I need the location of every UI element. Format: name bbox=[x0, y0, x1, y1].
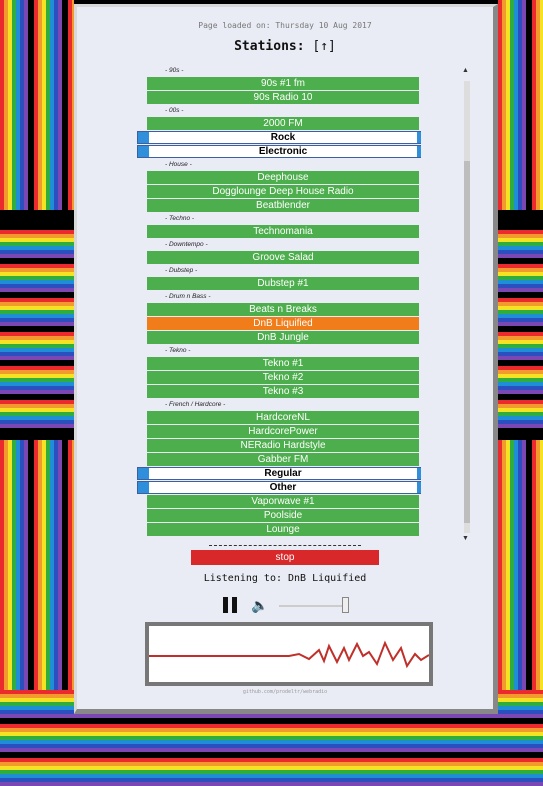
station-button[interactable]: 90s Radio 10 bbox=[147, 91, 419, 104]
label: Other bbox=[269, 482, 297, 493]
label: Gabber FM bbox=[257, 454, 309, 465]
station-button[interactable]: Lounge bbox=[147, 523, 419, 536]
label: - Dubstep - bbox=[165, 267, 198, 274]
label: Tekno #1 bbox=[262, 358, 304, 369]
station-list-scrollbar[interactable]: ▲ ▼ bbox=[461, 65, 471, 549]
category-header[interactable]: Electronic bbox=[137, 145, 421, 158]
label: Regular bbox=[264, 468, 302, 479]
category-header[interactable]: Rock bbox=[137, 131, 421, 144]
label: Groove Salad bbox=[252, 252, 314, 263]
waveform-visualizer bbox=[145, 622, 433, 686]
player-controls: 🔈 bbox=[223, 597, 363, 615]
label: DnB Liquified bbox=[253, 318, 313, 329]
genre-label: - House - bbox=[147, 159, 421, 171]
expand-icon[interactable] bbox=[417, 146, 421, 157]
page-loaded-text: Page loaded on: Thursday 10 Aug 2017 bbox=[198, 21, 372, 30]
genre-label: - Dubstep - bbox=[147, 265, 421, 277]
station-button[interactable]: Gabber FM bbox=[147, 453, 419, 466]
station-button[interactable]: DnB Jungle bbox=[147, 331, 419, 344]
label: 90s #1 fm bbox=[261, 78, 305, 89]
scroll-thumb[interactable] bbox=[464, 161, 470, 523]
label: Dogglounge Deep House Radio bbox=[212, 186, 354, 197]
now-playing-text: Listening to: DnB Liquified bbox=[203, 573, 367, 584]
radio-panel: Page loaded on: Thursday 10 Aug 2017 Sta… bbox=[74, 4, 498, 714]
station-list: - 90s - 90s #1 fm 90s Radio 10 - 00s - 2000 … bbox=[137, 65, 421, 549]
expand-icon[interactable] bbox=[138, 468, 149, 479]
label: Beats n Breaks bbox=[249, 304, 317, 315]
label: Tekno #2 bbox=[262, 372, 304, 383]
station-button[interactable]: Deephouse bbox=[147, 171, 419, 184]
label: - House - bbox=[165, 161, 192, 168]
station-button[interactable]: Tekno #3 bbox=[147, 385, 419, 398]
label: Technomania bbox=[253, 226, 313, 237]
expand-icon[interactable] bbox=[138, 482, 149, 493]
label: - French / Hardcore - bbox=[165, 401, 226, 408]
station-button[interactable]: HardcoreNL bbox=[147, 411, 419, 424]
label: Deephouse bbox=[257, 172, 309, 183]
label: - Tekno - bbox=[165, 347, 191, 354]
genre-label: - Downtempo - bbox=[147, 239, 421, 251]
label: Dubstep #1 bbox=[257, 278, 309, 289]
station-button[interactable]: Dubstep #1 bbox=[147, 277, 419, 290]
up-link[interactable]: [↑] bbox=[312, 39, 335, 54]
station-button[interactable]: Tekno #1 bbox=[147, 357, 419, 370]
label: - 00s - bbox=[165, 107, 184, 114]
label: - Drum n Bass - bbox=[165, 293, 211, 300]
label: Vaporwave #1 bbox=[251, 496, 315, 507]
page-title: Stations: [↑] bbox=[77, 39, 493, 54]
station-button[interactable]: Beats n Breaks bbox=[147, 303, 419, 316]
station-button[interactable]: Groove Salad bbox=[147, 251, 419, 264]
label: Electronic bbox=[258, 146, 308, 157]
label: - Techno - bbox=[165, 215, 195, 222]
volume-icon[interactable]: 🔈 bbox=[251, 598, 268, 612]
label: HardcorePower bbox=[248, 426, 318, 437]
expand-icon[interactable] bbox=[417, 468, 421, 479]
station-button[interactable]: Dogglounge Deep House Radio bbox=[147, 185, 419, 198]
station-button[interactable]: Technomania bbox=[147, 225, 419, 238]
label: Poolside bbox=[263, 510, 303, 521]
genre-label: - French / Hardcore - bbox=[147, 399, 421, 411]
label: 90s Radio 10 bbox=[253, 92, 313, 103]
category-header[interactable]: Regular bbox=[137, 467, 421, 480]
waveform-graph bbox=[149, 640, 430, 669]
station-button[interactable]: NERadio Hardstyle bbox=[147, 439, 419, 452]
genre-label: - Tekno - bbox=[147, 345, 421, 357]
label: - Downtempo - bbox=[165, 241, 208, 248]
station-button[interactable]: Poolside bbox=[147, 509, 419, 522]
footer-credit[interactable]: github.com/prodeltr/webradio bbox=[77, 689, 493, 695]
expand-icon[interactable] bbox=[138, 146, 149, 157]
genre-label: - 00s - bbox=[147, 105, 421, 117]
station-button[interactable]: 90s #1 fm bbox=[147, 77, 419, 90]
genre-label: - Drum n Bass - bbox=[147, 291, 421, 303]
label: Beatblender bbox=[256, 200, 310, 211]
station-button[interactable]: HardcorePower bbox=[147, 425, 419, 438]
label: NERadio Hardstyle bbox=[240, 440, 326, 451]
expand-icon[interactable] bbox=[417, 482, 421, 493]
station-button-active[interactable]: DnB Liquified bbox=[147, 317, 419, 330]
expand-icon[interactable] bbox=[417, 132, 421, 143]
label: DnB Jungle bbox=[257, 332, 309, 343]
volume-slider-handle[interactable] bbox=[342, 597, 349, 613]
label: HardcoreNL bbox=[256, 412, 310, 423]
label: Lounge bbox=[266, 524, 300, 535]
station-button[interactable]: Beatblender bbox=[147, 199, 419, 212]
category-header[interactable]: Other bbox=[137, 481, 421, 494]
genre-label: - 90s - bbox=[147, 65, 421, 77]
volume-slider[interactable] bbox=[279, 597, 349, 613]
stop-button[interactable]: stop bbox=[191, 550, 379, 565]
label: - 90s - bbox=[165, 67, 184, 74]
scroll-down-icon[interactable]: ▼ bbox=[462, 535, 469, 542]
separator bbox=[209, 545, 361, 546]
station-button[interactable]: 2000 FM bbox=[147, 117, 419, 130]
pause-icon[interactable] bbox=[223, 597, 237, 613]
label: Rock bbox=[270, 132, 296, 143]
label: Tekno #3 bbox=[262, 386, 304, 397]
label: 2000 FM bbox=[263, 118, 303, 129]
station-button[interactable]: Tekno #2 bbox=[147, 371, 419, 384]
expand-icon[interactable] bbox=[138, 132, 149, 143]
stations-heading: Stations: bbox=[234, 39, 305, 54]
station-button[interactable]: Vaporwave #1 bbox=[147, 495, 419, 508]
genre-label: - Techno - bbox=[147, 213, 421, 225]
scroll-up-icon[interactable]: ▲ bbox=[462, 67, 469, 74]
